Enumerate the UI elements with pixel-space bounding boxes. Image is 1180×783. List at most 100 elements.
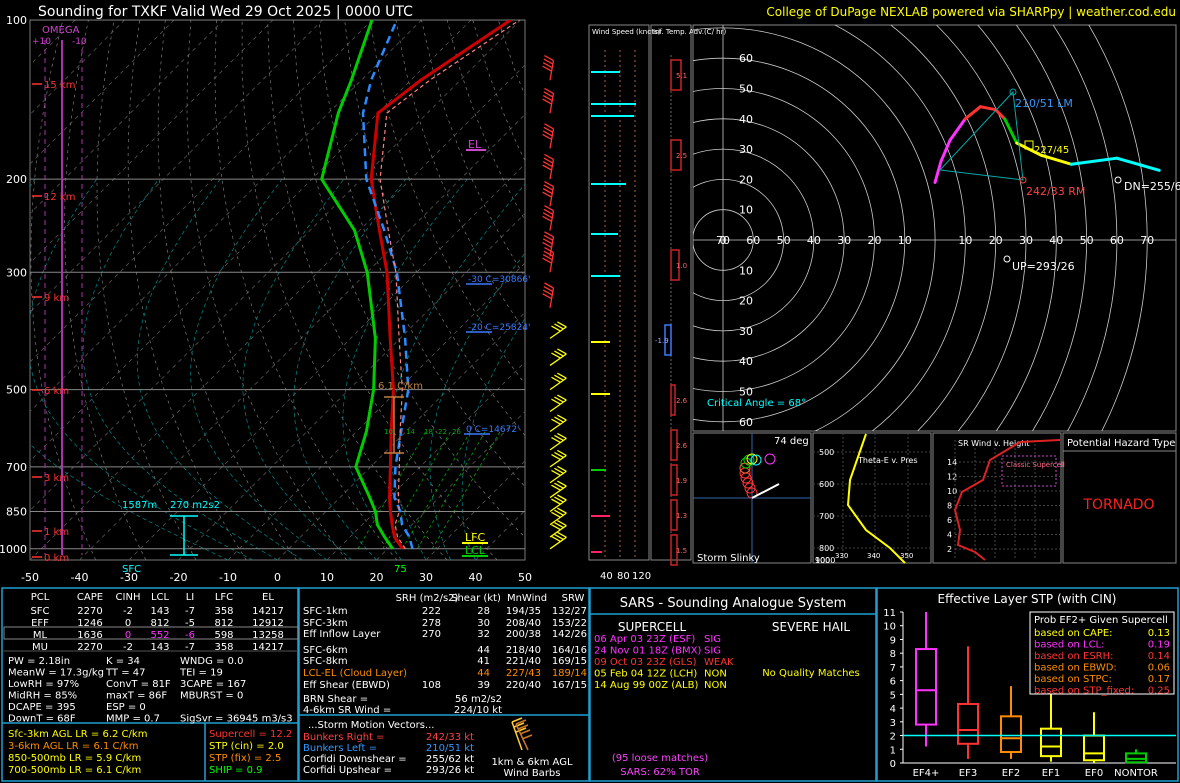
hodograph-x-label: 10: [958, 234, 972, 247]
wind-speed-grid: [591, 50, 636, 560]
theta-e-panel: 5006007008009001000 330 340 350 Theta-E v. …: [812, 432, 932, 565]
lapse-rate: 850-500mb LR = 5.9 C/km: [8, 753, 141, 764]
kinematics-row-label: Eff Shear (EBWD): [303, 680, 390, 691]
kinematics-cell: 222: [422, 606, 441, 617]
hodograph-x-label: 70: [1140, 234, 1154, 247]
hodograph-segment: [1003, 117, 1019, 145]
severe-hail-title: SEVERE HAIL: [772, 620, 850, 634]
theta-e-pres-tick: 500: [819, 448, 834, 457]
prob-value: 0.17: [1148, 674, 1170, 685]
kinematics-cell: 189/14: [552, 668, 587, 679]
parcel-header: EL: [262, 592, 274, 603]
stp-category: EF2: [1002, 768, 1020, 779]
hodograph-y-label: 40: [739, 355, 753, 368]
hodograph-segment: [1115, 156, 1161, 172]
pressure-label: 1000: [0, 543, 27, 556]
hodograph-y-label: 50: [739, 83, 753, 96]
stp-box: [1000, 686, 1022, 759]
sars-match-tag: NON: [704, 669, 727, 680]
bunkers-left-value: 210/51 kt: [426, 743, 474, 754]
kinematics-header: SRH (m2/s2): [396, 593, 459, 604]
height-label: 1 km: [44, 527, 69, 538]
stp-y-tick: 3: [890, 718, 896, 729]
kinematics-cell: 30: [477, 618, 490, 629]
stp-y-tick: 2: [890, 732, 896, 743]
hodograph-x-label: 10: [898, 234, 912, 247]
mixing-ratio-label: 22: [438, 428, 447, 436]
parcel-cell: SFC: [30, 606, 49, 617]
parcel-cell: -7: [185, 606, 195, 617]
composite-index: STP (fix) = 2.5: [209, 753, 281, 764]
parcel-cell: EFF: [31, 618, 49, 629]
bunkers-right-label: Bunkers Right =: [303, 732, 385, 743]
thermo-index: 3CAPE = 167: [180, 679, 246, 690]
kinematics-cell: 164/16: [552, 645, 587, 656]
sars-content: SARS - Sounding Analogue System SUPERCEL…: [594, 596, 860, 778]
sr-wind-height-tick: 12: [947, 473, 957, 482]
isotherm: [326, 361, 525, 560]
temp-advection-value: 1.3: [676, 512, 687, 520]
height-label: 3 km: [44, 473, 69, 484]
classic-supercell-label: Classic Supercell: [1006, 461, 1065, 469]
stp-y-tick: 6: [890, 677, 896, 688]
kinematics-cell: 44: [477, 668, 490, 679]
sars-match: 09 Oct 03 23Z (GLS): [594, 657, 697, 668]
sounding-display: Sounding for TXKF Valid Wed 29 Oct 2025 …: [0, 4, 1180, 782]
inflow-base-label: 1587m: [122, 500, 157, 511]
corfidi-up-value: 293/26 kt: [426, 765, 474, 776]
parcel-cell: 0: [125, 630, 131, 641]
parcel-table: PCL CAPE CINH LCL LI LFC EL SFC 2270 -2 143 -7 358 14…: [3, 592, 299, 653]
parcel-header: LFC: [215, 592, 233, 603]
hodograph-y-label: 10: [739, 264, 753, 277]
stp-y-tick: 10: [883, 622, 896, 633]
theta-e-x-tick: 330: [835, 552, 848, 560]
thermo-index: WNDG = 0.0: [180, 656, 243, 667]
sr-wind-profile: [953, 439, 1061, 561]
parcel-cell: 598: [214, 630, 233, 641]
wind-barb: [542, 123, 555, 149]
temp-advection-value: -1.9: [655, 337, 669, 345]
height-label: 9 km: [44, 293, 69, 304]
temp-advection-value: 2.6: [676, 397, 688, 405]
hodograph-x-label: 40: [1049, 234, 1063, 247]
thermo-index: MMP = 0.7: [106, 714, 160, 725]
downshear-marker: [1114, 176, 1122, 184]
sr-wind-frame: [932, 432, 1062, 564]
prob-label: based on STPC:: [1034, 674, 1112, 685]
stp-category: EF1: [1042, 768, 1060, 779]
kinematics-cell: 41: [477, 656, 490, 667]
parcel-cell: 143: [150, 642, 169, 653]
wind-barb: [549, 465, 567, 484]
height-label: 6 km: [44, 386, 69, 397]
isotherm: [425, 460, 525, 560]
temp-advection-value: 1.9: [676, 477, 687, 485]
dry-adiabat: [157, 20, 297, 560]
sr-wind-panel: 1412108642 SR Wind v. Height Classic Sup…: [932, 432, 1065, 564]
isotherm: [0, 20, 26, 560]
stp-content: Effective Layer STP (with CIN) 111098765…: [883, 592, 1176, 779]
hodograph-segment: [948, 117, 967, 142]
brn-shear-value: 56 m2/s2: [455, 694, 502, 705]
sars-match-list: 06 Apr 03 23Z (ESF) SIG24 Nov 01 18Z (BMX…: [594, 634, 734, 691]
temp-advection-panel: Inf. Temp. Adv.(C/ hr) 5.1 2.5 1.0 -1.9 2.6 2…: [650, 24, 726, 566]
pressure-label: 500: [6, 384, 27, 397]
wind-barb: [549, 507, 567, 526]
hodograph-x-label: 50: [1080, 234, 1094, 247]
bunkers-left-label: Bunkers Left =: [303, 743, 377, 754]
supercell-title: SUPERCELL: [618, 620, 687, 634]
temp-advection-bar: [670, 384, 676, 416]
prob-rows: based on CAPE: 0.13 based on LCL: 0.19 based…: [1034, 628, 1170, 697]
credit-line: College of DuPage NEXLAB powered via SHA…: [766, 5, 1176, 19]
kinematics-row-label: SFC-8km: [303, 656, 348, 667]
thermo-index: SigSvr = 36945 m3/s3: [180, 714, 293, 725]
dry-adiabat: [550, 20, 1050, 560]
stp-category: EF4+: [913, 768, 940, 779]
thermo-index: LowRH = 97%: [8, 679, 79, 690]
dry-adiabat: [186, 20, 347, 560]
kinematics-cells: SRH (m2/s2)Shear (kt) MnWind SRW SFC-1km 222…: [303, 593, 587, 691]
prob-value: 0.25: [1148, 686, 1170, 697]
prob-value: 0.06: [1148, 663, 1170, 674]
composite-index: STP (cin) = 2.0: [209, 741, 284, 752]
kinematics-cell: 221/40: [506, 656, 541, 667]
hodograph-y-label: 30: [739, 325, 753, 338]
